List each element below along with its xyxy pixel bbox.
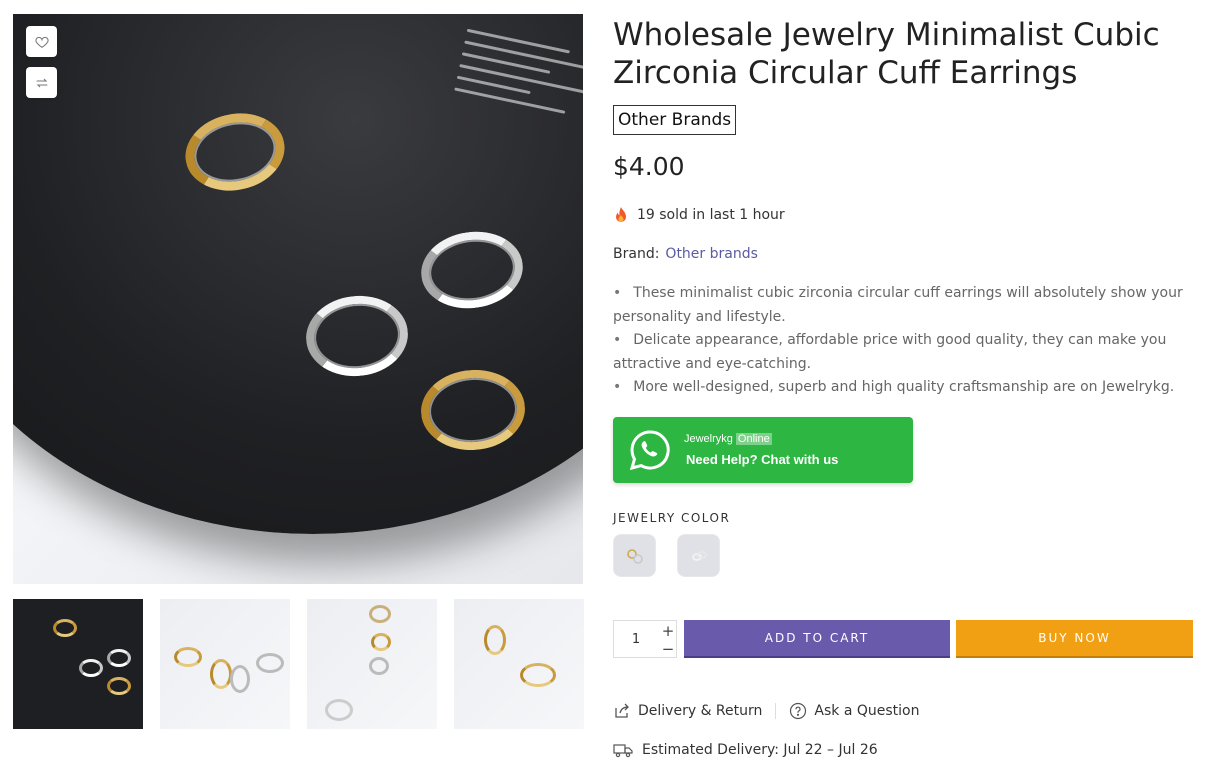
product-price: $4.00 [613,152,685,181]
description-item: Delicate appearance, affordable price wi… [613,329,1193,376]
sold-counter: 19 sold in last 1 hour [613,206,785,224]
link-divider [775,703,777,719]
heart-icon [34,36,49,48]
compare-button[interactable] [26,67,57,98]
estimated-delivery: Estimated Delivery: Jul 22 – Jul 26 [613,742,878,758]
brand-label: Brand: [613,246,660,262]
description-item: More well-designed, superb and high qual… [613,376,1193,400]
buy-now-button[interactable]: BUY NOW [956,620,1193,658]
quantity-input[interactable]: 1 [614,621,658,659]
chat-cta: Need Help? Chat with us [686,452,839,467]
thumbnail-1[interactable] [13,599,143,729]
main-product-image[interactable] [13,14,583,584]
color-option-label: JEWELRY COLOR [613,511,731,525]
description-item: These minimalist cubic zirconia circular… [613,282,1193,329]
swatch-gold[interactable] [613,534,656,577]
quantity-plus-button[interactable]: + [659,622,677,640]
online-status: Online [735,433,772,445]
swatch-silver[interactable] [677,534,720,577]
gold-earring-icon [626,548,643,564]
thumbnail-3[interactable] [307,599,437,729]
fire-icon [616,207,626,222]
quantity-minus-button[interactable]: − [659,640,677,658]
thumbnail-4[interactable] [454,599,584,729]
brand-line: Brand: Other brands [613,246,758,262]
truck-icon [613,744,633,758]
question-circle-icon [790,702,807,720]
whatsapp-chat-button[interactable]: Jewelrykg Online Need Help? Chat with us [613,417,913,483]
thumbnail-2[interactable] [160,599,290,729]
ask-question-link[interactable]: Ask a Question [789,702,919,720]
brand-link[interactable]: Other brands [665,246,757,262]
add-to-cart-button[interactable]: ADD TO CART [684,620,950,658]
estimated-delivery-text: Estimated Delivery: Jul 22 – Jul 26 [642,742,878,758]
whatsapp-icon [629,430,670,471]
brand-badge[interactable]: Other Brands [613,105,737,135]
product-description: These minimalist cubic zirconia circular… [613,282,1193,400]
compare-icon [36,78,47,87]
product-title: Wholesale Jewelry Minimalist Cubic Zirco… [613,17,1160,91]
quantity-stepper[interactable]: 1 + − [613,620,677,658]
thumbnail-strip [13,599,585,729]
silver-earring-icon [691,550,707,561]
delivery-return-link[interactable]: Delivery & Return [613,702,762,720]
share-box-icon [615,703,629,718]
product-links: Delivery & Return Ask a Question [613,700,919,722]
wishlist-button[interactable] [26,26,57,57]
chat-agent: Jewelrykg Online [684,433,772,445]
sold-text: 19 sold in last 1 hour [637,207,785,223]
